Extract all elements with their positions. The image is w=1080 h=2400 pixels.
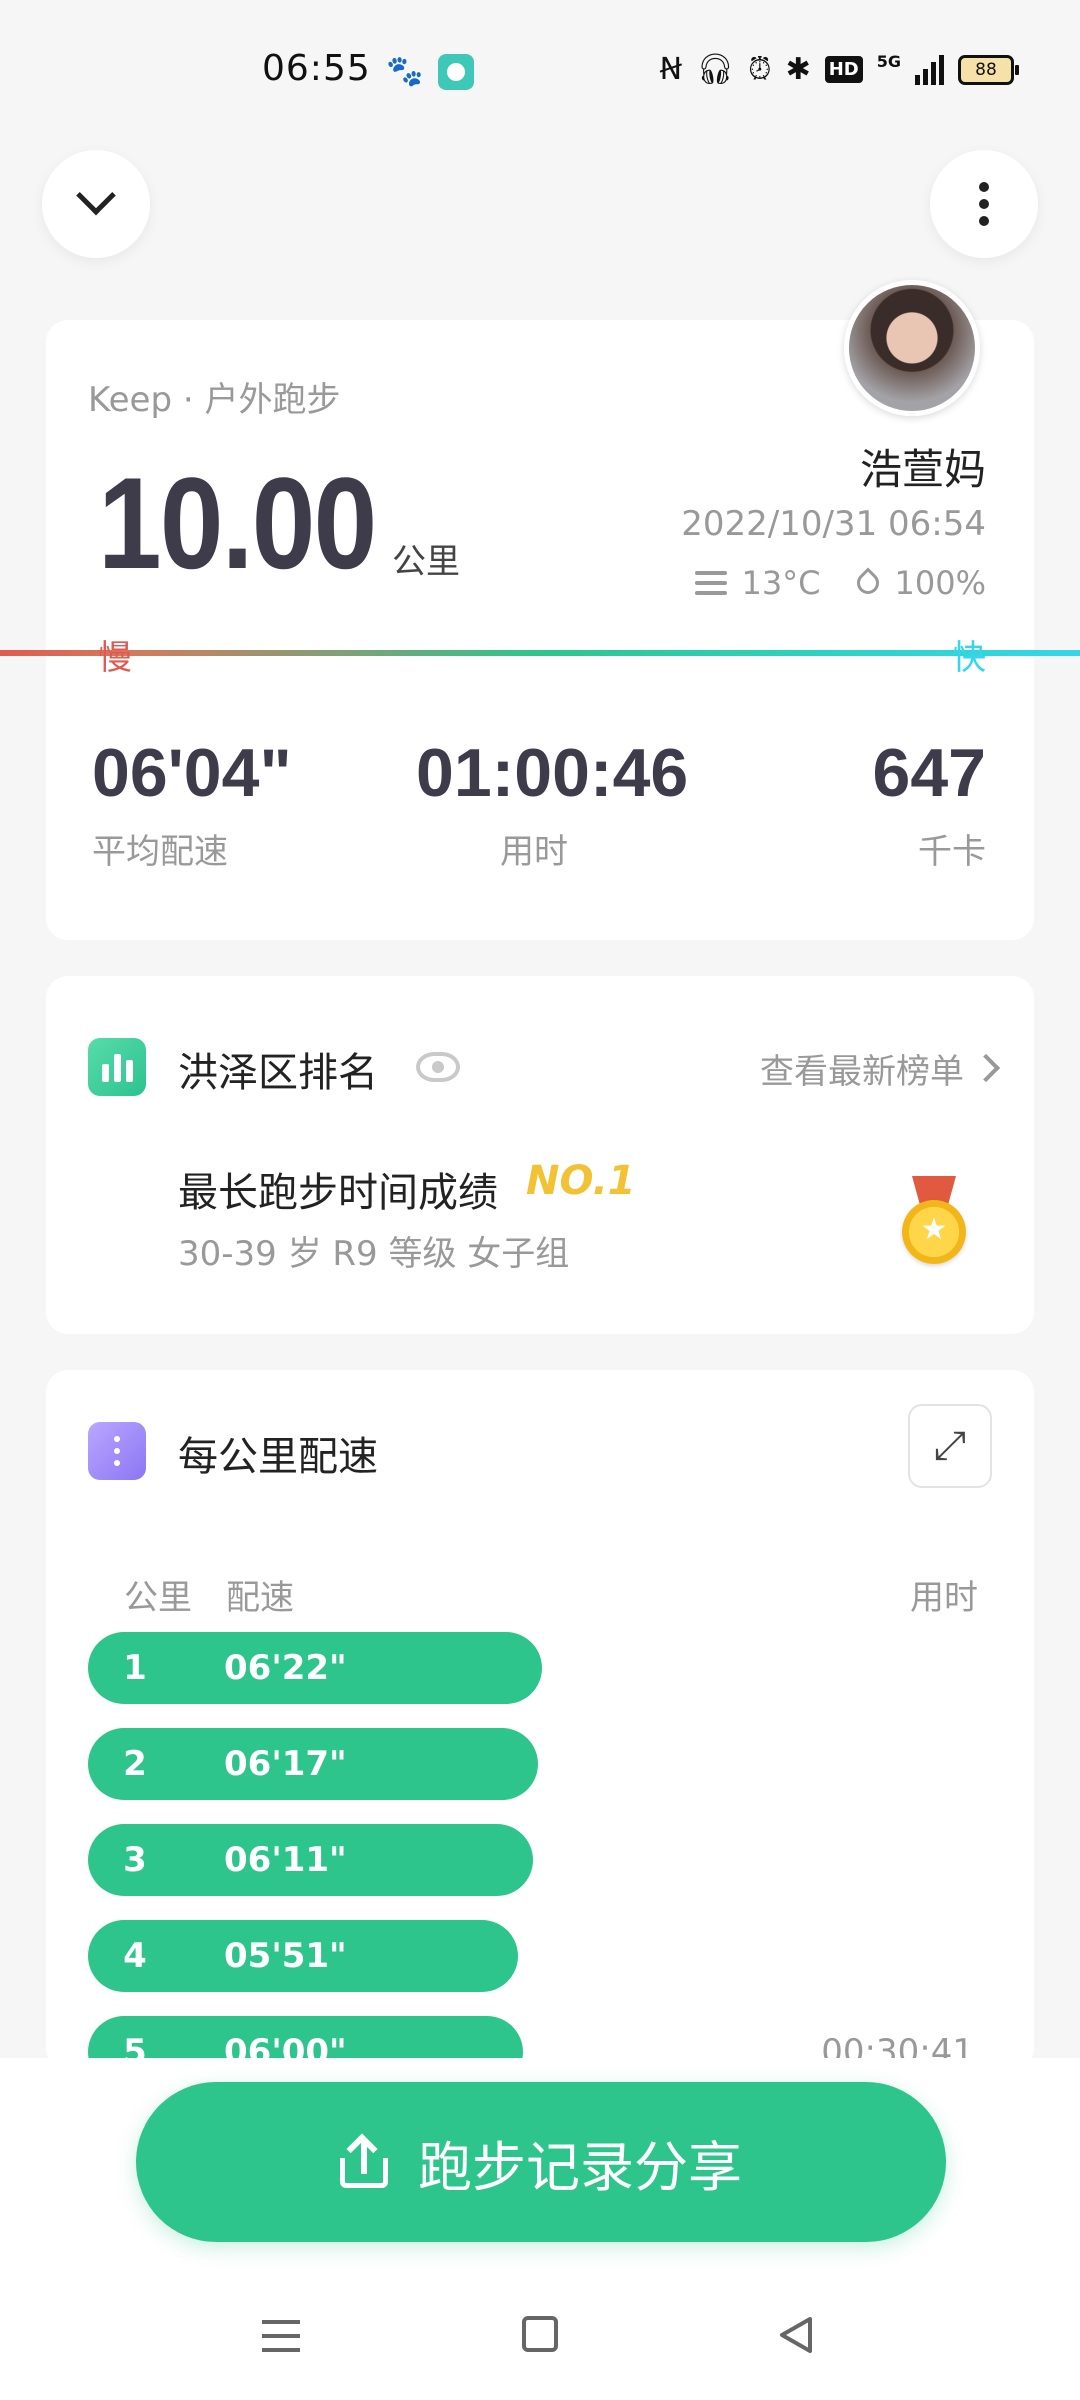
share-button-label: 跑步记录分享	[418, 2135, 742, 2199]
view-leaderboard-link[interactable]: 查看最新榜单	[760, 1044, 964, 1093]
slow-label: 慢	[98, 638, 132, 678]
split-pace: 05'51"	[224, 1936, 347, 1976]
home-button[interactable]	[522, 2316, 558, 2352]
ranking-card[interactable]: 洪泽区排名 查看最新榜单 最长跑步时间成绩 NO.1 30-39 岁 R9 等级…	[46, 976, 1034, 1334]
chevron-down-icon	[76, 175, 116, 216]
battery-level: 88	[975, 59, 997, 80]
hd-icon: HD	[824, 56, 863, 83]
activity-source: Keep · 户外跑步	[88, 380, 341, 420]
duration-value: 01:00:46	[416, 735, 689, 811]
run-summary-card: Keep · 户外跑步 10.00 公里 浩萱妈 2022/10/31 06:5…	[0, 280, 1080, 940]
split-row: 4 05'51"	[88, 1920, 518, 1992]
split-pace: 06'17"	[224, 1744, 347, 1784]
user-name: 浩萱妈	[859, 445, 986, 494]
fast-label: 快	[952, 638, 986, 678]
expand-icon: ⤢	[934, 1423, 966, 1469]
humidity: 100%	[894, 564, 986, 602]
split-row: 2 06'17"	[88, 1728, 538, 1800]
avatar[interactable]	[844, 280, 980, 416]
alarm-icon: ⏰︎	[748, 52, 772, 87]
medal-icon	[902, 1176, 966, 1272]
splits-card: 每公里配速 ⤢ 公里 配速 用时 1 06'22" 2 06'17" 3 06'11" 4 0…	[46, 1370, 1034, 2070]
weather-fog-icon	[695, 571, 728, 595]
col-time: 用时	[910, 1578, 978, 1618]
calories-value: 647	[872, 735, 986, 811]
duration-label: 用时	[500, 832, 568, 872]
collapse-button[interactable]	[42, 150, 150, 258]
ranking-title: 洪泽区排名	[178, 1050, 378, 1096]
back-button[interactable]	[780, 2316, 816, 2353]
network-type: 5G	[876, 52, 901, 71]
split-km: 4	[123, 1936, 147, 1976]
avg-pace-label: 平均配速	[92, 832, 228, 872]
calories-label: 千卡	[918, 832, 986, 872]
status-bar: 06:55 🐾 Ꞥ 🎧︎ ⏰︎ ✱ HD 5G 88	[0, 0, 1080, 140]
bluetooth-icon: ✱	[785, 52, 811, 87]
col-pace: 配速	[226, 1578, 294, 1618]
run-datetime: 2022/10/31 06:54	[681, 504, 986, 544]
split-pace: 06'11"	[224, 1840, 347, 1880]
expand-button[interactable]: ⤢	[908, 1404, 992, 1488]
humidity-drop-icon	[851, 567, 884, 599]
recent-apps-button[interactable]	[262, 2320, 300, 2352]
message-app-icon	[438, 54, 474, 90]
split-km: 1	[123, 1648, 147, 1688]
bar-chart-icon	[88, 1038, 146, 1096]
status-icons: Ꞥ 🎧︎ ⏰︎ ✱ HD 5G 88	[659, 52, 1019, 87]
split-row: 1 06'22"	[88, 1632, 542, 1704]
avg-pace-value: 06'04"	[92, 735, 292, 811]
pace-gradient-bar	[0, 650, 1080, 656]
temperature: 13°C	[741, 564, 821, 602]
eye-icon[interactable]	[416, 1052, 460, 1082]
weather-info: 13°C 100%	[695, 564, 986, 602]
col-km: 公里	[124, 1578, 192, 1618]
split-km: 2	[123, 1744, 147, 1784]
achievement-text: 最长跑步时间成绩	[178, 1170, 498, 1216]
road-icon	[88, 1422, 146, 1480]
rank-group: 30-39 岁 R9 等级 女子组	[178, 1234, 570, 1274]
chevron-right-icon	[971, 1053, 1001, 1083]
share-run-button[interactable]: 跑步记录分享	[136, 2082, 946, 2242]
more-vertical-icon	[979, 182, 989, 226]
rank-badge: NO.1	[526, 1158, 636, 1204]
nfc-icon: Ꞥ	[659, 52, 683, 87]
splits-title: 每公里配速	[178, 1434, 378, 1480]
headphones-icon: 🎧︎	[696, 52, 735, 87]
battery-icon: 88	[958, 54, 1019, 85]
split-pace: 06'22"	[224, 1648, 347, 1688]
baidu-app-icon: 🐾	[386, 54, 424, 89]
signal-icon	[915, 54, 944, 85]
split-row: 3 06'11"	[88, 1824, 533, 1896]
system-nav-bar	[0, 2300, 1080, 2380]
split-km: 3	[123, 1840, 147, 1880]
distance-value: 10.00	[98, 450, 377, 596]
distance-unit: 公里	[392, 542, 460, 582]
share-icon	[340, 2133, 388, 2188]
status-time: 06:55	[262, 48, 371, 89]
more-options-button[interactable]	[930, 150, 1038, 258]
